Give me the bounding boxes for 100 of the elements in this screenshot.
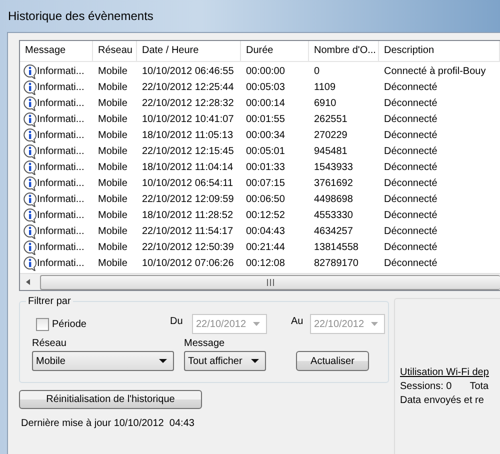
table-cell: 18/10/2012 11:05:13 — [142, 130, 234, 140]
table-cell: 22/10/2012 12:25:44 — [142, 82, 234, 92]
table-cell: 10/10/2012 07:06:26 — [142, 258, 234, 268]
reset-button[interactable]: Réinitialisation de l'historique — [19, 390, 202, 409]
table-cell: 00:12:52 — [246, 210, 285, 220]
last-update-text: Dernière mise à jour 10/10/2012 04:43 — [21, 418, 196, 429]
info-icon — [23, 256, 37, 270]
table-cell: Mobile — [98, 98, 128, 108]
table-cell: Déconnecté — [384, 178, 438, 188]
table-cell: 00:01:33 — [246, 162, 285, 172]
table-cell: Informati... — [37, 210, 84, 220]
field-label: Au — [291, 316, 304, 327]
table-cell: Mobile — [98, 178, 128, 188]
table-cell: Informati... — [37, 258, 84, 268]
table-cell: Déconnecté — [384, 146, 438, 156]
table-cell: 3761692 — [314, 178, 353, 188]
table-cell: Mobile — [98, 242, 128, 252]
table-cell: Informati... — [37, 66, 84, 76]
table-cell: Déconnecté — [384, 162, 438, 172]
table-cell: 4553330 — [314, 210, 353, 220]
table-cell: Déconnecté — [384, 114, 438, 124]
table-cell: 00:00:34 — [246, 130, 285, 140]
table-cell: 270229 — [314, 130, 348, 140]
info-icon — [23, 176, 37, 190]
table-cell: Déconnecté — [384, 242, 438, 252]
table-cell: 00:06:50 — [246, 194, 285, 204]
group-title: Filtrer par — [26, 296, 73, 307]
table-cell: Déconnecté — [384, 210, 438, 220]
table-cell: 4634257 — [314, 226, 353, 236]
table-cell: 22/10/2012 11:54:17 — [142, 226, 234, 236]
table-cell: 10/10/2012 06:54:11 — [142, 178, 234, 188]
table-cell: 0 — [314, 66, 320, 76]
field-label: Réseau — [32, 338, 68, 349]
table-cell: 00:05:03 — [246, 82, 285, 92]
info-icon — [23, 224, 37, 238]
table-cell: Informati... — [37, 82, 84, 92]
table-cell: 00:04:43 — [246, 226, 285, 236]
column-header[interactable]: Nombre d'O... — [309, 41, 379, 61]
table-cell: Informati... — [37, 194, 84, 204]
info-icon — [23, 64, 37, 78]
table-cell: 00:07:15 — [246, 178, 285, 188]
left-arrow-icon — [24, 278, 32, 286]
table-cell: Mobile — [98, 82, 128, 92]
table-cell: Déconnecté — [384, 98, 438, 108]
table-cell: Informati... — [37, 178, 84, 188]
column-header[interactable]: Date / Heure — [137, 41, 241, 61]
horizontal-scrollbar[interactable] — [20, 273, 500, 290]
table-cell: Mobile — [98, 162, 128, 172]
dropdown-arrow-icon — [159, 359, 167, 363]
table-cell: Déconnecté — [384, 194, 438, 204]
refresh-button[interactable]: Actualiser — [296, 351, 369, 371]
column-header[interactable]: Réseau — [93, 41, 137, 61]
dropdown-arrow-icon — [251, 359, 259, 363]
column-header[interactable]: Durée — [241, 41, 309, 61]
table-cell: Mobile — [98, 194, 128, 204]
info-icon — [23, 160, 37, 174]
dropdown-arrow-icon — [253, 322, 260, 326]
table-cell: Déconnecté — [384, 258, 438, 268]
table-cell: 4498698 — [314, 194, 353, 204]
table-cell: Informati... — [37, 114, 84, 124]
period-checkbox[interactable]: Période — [36, 318, 158, 330]
table-cell: Informati... — [37, 242, 84, 252]
table-cell: 10/10/2012 06:46:55 — [142, 66, 234, 76]
table-cell: 00:00:14 — [246, 98, 285, 108]
table-cell: 22/10/2012 12:50:39 — [142, 242, 234, 252]
table-cell: 00:01:55 — [246, 114, 285, 124]
column-header[interactable]: Description — [379, 41, 500, 61]
data-text: Data envoyés et re — [400, 395, 485, 406]
table-cell: 1543933 — [314, 162, 353, 172]
table-cell: 00:21:44 — [246, 242, 285, 252]
table-cell: 18/10/2012 11:04:14 — [142, 162, 234, 172]
table-cell: Mobile — [98, 146, 128, 156]
table-cell: Mobile — [98, 226, 128, 236]
dropdown[interactable]: Tout afficher — [184, 351, 266, 371]
table-cell: 22/10/2012 12:09:59 — [142, 194, 234, 204]
table-cell: 00:05:01 — [246, 146, 285, 156]
info-icon — [23, 208, 37, 222]
table-cell: 945481 — [314, 146, 348, 156]
table-cell: 00:00:00 — [246, 66, 285, 76]
table-cell: Déconnecté — [384, 226, 438, 236]
wifi-usage-heading[interactable]: Utilisation Wi-Fi dep — [400, 367, 500, 378]
sessions-text: Sessions: 0 — [400, 381, 452, 392]
table-cell: 1109 — [314, 82, 336, 92]
table-cell: 6910 — [314, 98, 336, 108]
column-header[interactable]: Message — [20, 41, 93, 61]
dropdown[interactable]: Mobile — [32, 351, 174, 371]
info-icon — [23, 128, 37, 142]
scrollbar-thumb[interactable] — [40, 274, 500, 290]
table-cell: Informati... — [37, 226, 84, 236]
table-cell: 18/10/2012 11:28:52 — [142, 210, 234, 220]
table-cell: Informati... — [37, 162, 84, 172]
info-icon — [23, 144, 37, 158]
table-cell: 13814558 — [314, 242, 358, 252]
info-icon — [23, 112, 37, 126]
table-cell: 22/10/2012 12:28:32 — [142, 98, 234, 108]
table-cell: Mobile — [98, 114, 128, 124]
table-cell: Mobile — [98, 258, 128, 268]
table-cell: Déconnecté — [384, 130, 438, 140]
dropdown-arrow-icon — [371, 322, 378, 326]
table-cell: Informati... — [37, 146, 84, 156]
